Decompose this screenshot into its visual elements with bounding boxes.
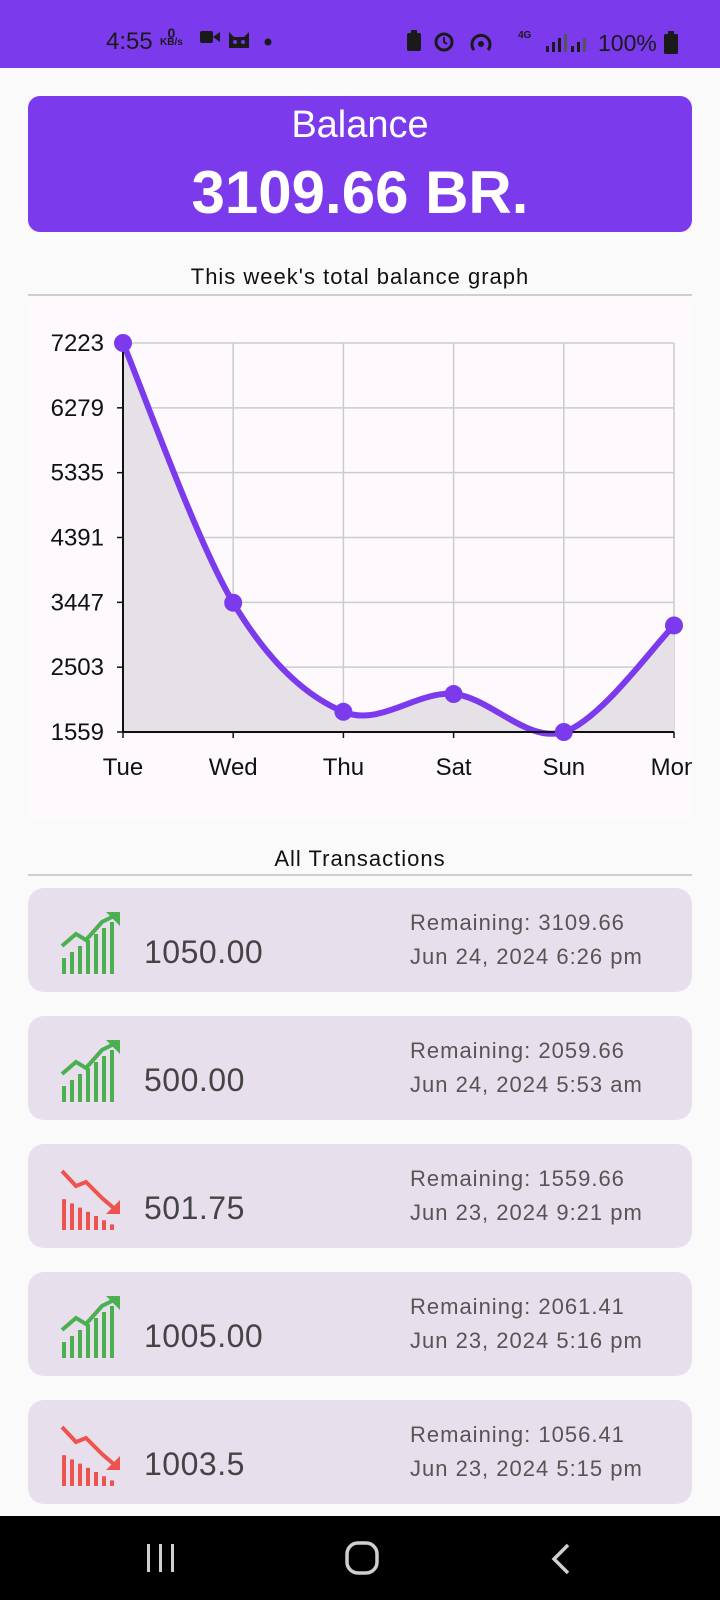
x-tick-label: Wed xyxy=(209,754,258,781)
transaction-date: Jun 23, 2024 5:15 pm xyxy=(410,1456,643,1481)
transaction-card[interactable]: 500.00 Remaining: 2059.66 Jun 24, 2024 5… xyxy=(28,1016,692,1120)
balance-chart: 7223 6279 5335 4391 3447 2503 1559 Tue Wed Thu Sat… xyxy=(28,298,692,820)
chart-up-icon xyxy=(60,1040,120,1102)
battery-level: 100% xyxy=(598,30,657,56)
home-icon[interactable] xyxy=(344,1540,380,1576)
net-speed: 0 KB/s xyxy=(160,25,183,48)
transaction-card[interactable]: 1050.00 Remaining: 3109.66 Jun 24, 2024 … xyxy=(28,888,692,992)
transaction-remaining: Remaining: 3109.66 xyxy=(410,910,625,935)
y-tick-label: 6279 xyxy=(51,395,104,422)
area-fill xyxy=(123,343,674,734)
transaction-date: Jun 23, 2024 5:16 pm xyxy=(410,1328,643,1353)
alarm-icon xyxy=(434,32,454,52)
hotspot-icon xyxy=(470,33,492,51)
transaction-date: Jun 24, 2024 5:53 am xyxy=(410,1072,643,1097)
x-tick-label: Tue xyxy=(103,754,143,781)
transaction-card[interactable]: 1003.5 Remaining: 1056.41 Jun 23, 2024 5… xyxy=(28,1400,692,1504)
back-icon[interactable] xyxy=(548,1542,574,1576)
y-tick-label: 4391 xyxy=(51,525,104,552)
network-type: 4G xyxy=(518,30,532,41)
system-nav-bar xyxy=(0,1516,720,1600)
transaction-remaining: Remaining: 1559.66 xyxy=(410,1166,625,1191)
transaction-card[interactable]: 501.75 Remaining: 1559.66 Jun 23, 2024 9… xyxy=(28,1144,692,1248)
cat-icon xyxy=(229,32,249,48)
y-tick-label: 3447 xyxy=(51,589,104,616)
transaction-date: Jun 23, 2024 9:21 pm xyxy=(410,1200,643,1225)
recent-apps-icon[interactable] xyxy=(144,1542,178,1574)
transaction-remaining: Remaining: 1056.41 xyxy=(410,1422,625,1447)
chart-down-icon xyxy=(60,1169,120,1230)
battery-icon xyxy=(664,31,678,54)
video-camera-icon xyxy=(200,31,220,43)
chart-up-icon xyxy=(60,1296,120,1358)
x-tick-label: Mon xyxy=(651,754,692,781)
data-point xyxy=(334,702,353,721)
transaction-amount: 1003.5 xyxy=(144,1446,245,1482)
balance-label: Balance xyxy=(291,104,429,146)
transaction-date: Jun 24, 2024 6:26 pm xyxy=(410,944,643,969)
balance-amount: 3109.66 BR. xyxy=(191,159,529,226)
chart-down-icon xyxy=(60,1425,120,1486)
x-tick-label: Thu xyxy=(323,754,364,781)
transaction-amount: 500.00 xyxy=(144,1062,245,1098)
x-tick-label: Sun xyxy=(542,754,585,781)
transaction-card[interactable]: 1005.00 Remaining: 2061.41 Jun 23, 2024 … xyxy=(28,1272,692,1376)
data-point xyxy=(444,685,463,704)
data-point xyxy=(665,616,683,635)
transactions-section-divider xyxy=(28,874,692,876)
signal-icon xyxy=(546,34,586,52)
transaction-remaining: Remaining: 2061.41 xyxy=(410,1294,625,1319)
x-tick-label: Sat xyxy=(436,754,472,781)
graph-section-title: This week's total balance graph xyxy=(190,264,530,289)
data-point xyxy=(224,593,243,612)
y-tick-label: 5335 xyxy=(51,460,104,487)
chart-up-icon xyxy=(60,912,120,974)
balance-card: Balance 3109.66 BR. xyxy=(28,96,692,232)
y-tick-label: 7223 xyxy=(51,330,104,357)
y-tick-label: 1559 xyxy=(51,719,104,746)
transaction-amount: 1050.00 xyxy=(144,934,264,970)
data-point xyxy=(554,723,573,741)
transactions-section-title: All Transactions xyxy=(274,846,446,871)
graph-section-divider xyxy=(28,294,692,296)
battery-saver-icon xyxy=(407,30,421,51)
balance-chart-svg: 7223 6279 5335 4391 3447 2503 1559 Tue Wed Thu Sat… xyxy=(51,330,692,781)
notification-dot-icon xyxy=(264,38,272,46)
status-bar: 4:55 0 KB/s 4G 100% xyxy=(0,0,720,68)
transaction-remaining: Remaining: 2059.66 xyxy=(410,1038,625,1063)
transaction-amount: 501.75 xyxy=(144,1190,245,1226)
transaction-amount: 1005.00 xyxy=(144,1318,264,1354)
status-time: 4:55 xyxy=(106,28,153,55)
y-tick-label: 2503 xyxy=(51,654,104,681)
data-point xyxy=(114,334,132,352)
